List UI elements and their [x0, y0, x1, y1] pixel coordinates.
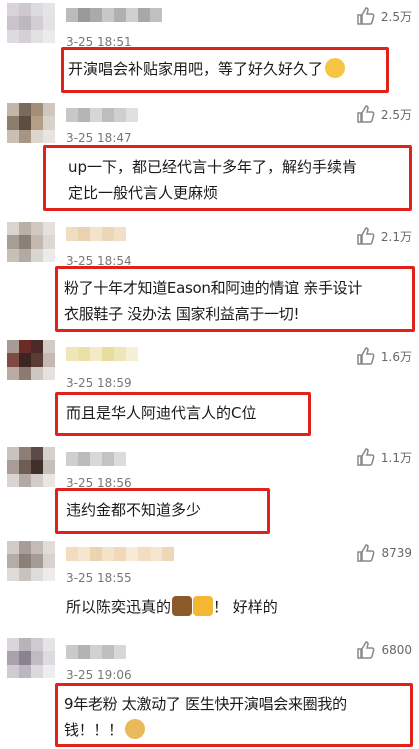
like-button[interactable]: 8739	[356, 543, 412, 563]
thumbs-up-icon	[357, 105, 375, 123]
username[interactable]	[66, 8, 162, 22]
like-button[interactable]: 1.6万	[356, 346, 412, 366]
comment-text: 而且是华人阿迪代言人的C位	[66, 404, 257, 422]
doge-icon	[124, 719, 145, 739]
like-count: 6800	[381, 643, 412, 657]
thumbs-up-icon	[357, 347, 375, 365]
thumbs-up-icon	[357, 7, 375, 25]
avatar[interactable]	[7, 3, 55, 43]
bull-icon	[172, 596, 193, 616]
username[interactable]	[66, 645, 126, 659]
thumbs-up-icon	[357, 544, 375, 562]
comment-time: 3-25 19:06	[66, 668, 132, 682]
avatar[interactable]	[7, 103, 55, 143]
username[interactable]	[66, 108, 138, 122]
like-button[interactable]: 1.1万	[356, 447, 412, 467]
thumbs-up-icon	[357, 448, 375, 466]
like-button[interactable]: 2.5万	[356, 6, 412, 26]
beer-icon	[193, 596, 214, 616]
avatar[interactable]	[7, 340, 55, 380]
avatar[interactable]	[7, 222, 55, 262]
like-count: 2.1万	[380, 229, 412, 244]
avatar[interactable]	[7, 541, 55, 581]
comment-text: 所以陈奕迅真的！ 好样的	[66, 596, 278, 616]
comment-text: 9年老粉 太激动了 医生快开演唱会来圈我的 钱！！！	[64, 695, 347, 739]
comment-text: up一下，都已经代言十多年了，解约手续肯 定比一般代言人更麻烦	[68, 158, 358, 202]
comment-time: 3-25 18:47	[66, 131, 132, 145]
like-button[interactable]: 2.5万	[356, 104, 412, 124]
username[interactable]	[66, 227, 126, 241]
crying-face-icon	[325, 58, 346, 78]
like-count: 2.5万	[380, 9, 412, 24]
username[interactable]	[66, 452, 126, 466]
like-button[interactable]: 2.1万	[356, 226, 412, 246]
like-count: 1.1万	[380, 450, 412, 465]
comment-text: 违约金都不知道多少	[66, 501, 202, 519]
comment-text: 开演唱会补贴家用吧，等了好久好久了	[68, 56, 346, 82]
like-count: 1.6万	[380, 349, 412, 364]
avatar[interactable]	[7, 638, 55, 678]
avatar[interactable]	[7, 447, 55, 487]
like-count: 2.5万	[380, 107, 412, 122]
thumbs-up-icon	[357, 227, 375, 245]
thumbs-up-icon	[357, 641, 375, 659]
comment-time: 3-25 18:59	[66, 376, 132, 390]
comment-text: 粉了十年才知道Eason和阿迪的情谊 亲手设计 衣服鞋子 没办法 国家利益高于一…	[64, 279, 363, 323]
comment-time: 3-25 18:55	[66, 571, 132, 585]
like-count: 8739	[381, 546, 412, 560]
username[interactable]	[66, 547, 174, 561]
username[interactable]	[66, 347, 138, 361]
like-button[interactable]: 6800	[356, 640, 412, 660]
